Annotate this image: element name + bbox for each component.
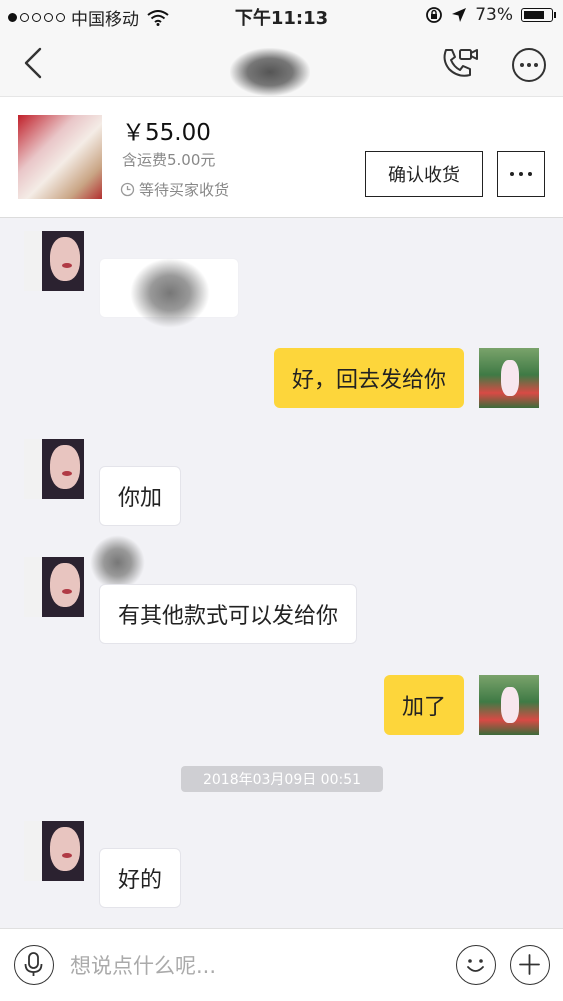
rotation-lock-icon: [426, 7, 443, 23]
buyer-avatar[interactable]: [24, 231, 84, 291]
location-arrow-icon: [452, 8, 467, 22]
phone-video-icon[interactable]: [440, 46, 480, 82]
more-circle-icon[interactable]: [510, 46, 548, 84]
order-card: ￥55.00 含运费5.00元 等待买家收货 确认收货: [0, 96, 563, 218]
buyer-avatar[interactable]: [24, 821, 84, 881]
redacted-name: [90, 535, 145, 590]
message-bubble[interactable]: 你加: [99, 466, 182, 526]
order-status-label: 等待买家收货: [139, 181, 230, 199]
order-price: ￥55.00: [122, 120, 211, 146]
message-bubble[interactable]: 好，回去发给你: [273, 348, 464, 408]
input-bar: [0, 928, 563, 1001]
emoji-icon[interactable]: [456, 945, 496, 985]
chat-timestamp: 2018年03月09日 00:51: [181, 766, 383, 792]
message-bubble[interactable]: 好的: [99, 848, 182, 908]
seller-avatar[interactable]: [479, 675, 539, 735]
microphone-icon[interactable]: [14, 945, 54, 985]
nav-bar: [0, 32, 563, 96]
product-image[interactable]: [18, 115, 102, 199]
battery-percent: 73%: [475, 5, 513, 25]
confirm-receipt-button[interactable]: 确认收货: [365, 151, 483, 197]
contact-name-redacted: [230, 48, 310, 96]
shipping-fee: 含运费5.00元: [122, 151, 216, 169]
ellipsis-icon[interactable]: [497, 151, 545, 197]
buyer-avatar[interactable]: [24, 439, 84, 499]
back-button[interactable]: [18, 46, 52, 80]
seller-avatar[interactable]: [479, 348, 539, 408]
redacted-content: [130, 258, 210, 328]
clock-icon: [120, 182, 135, 197]
message-bubble[interactable]: 有其他款式可以发给你: [99, 584, 358, 644]
plus-icon[interactable]: [510, 945, 550, 985]
status-bar: 中国移动 下午11:13 73%: [0, 0, 563, 32]
message-input[interactable]: [68, 945, 442, 987]
order-status: 等待买家收货: [120, 179, 229, 200]
buyer-avatar[interactable]: [24, 557, 84, 617]
battery-icon: [521, 8, 556, 22]
message-bubble[interactable]: 加了: [383, 675, 464, 735]
